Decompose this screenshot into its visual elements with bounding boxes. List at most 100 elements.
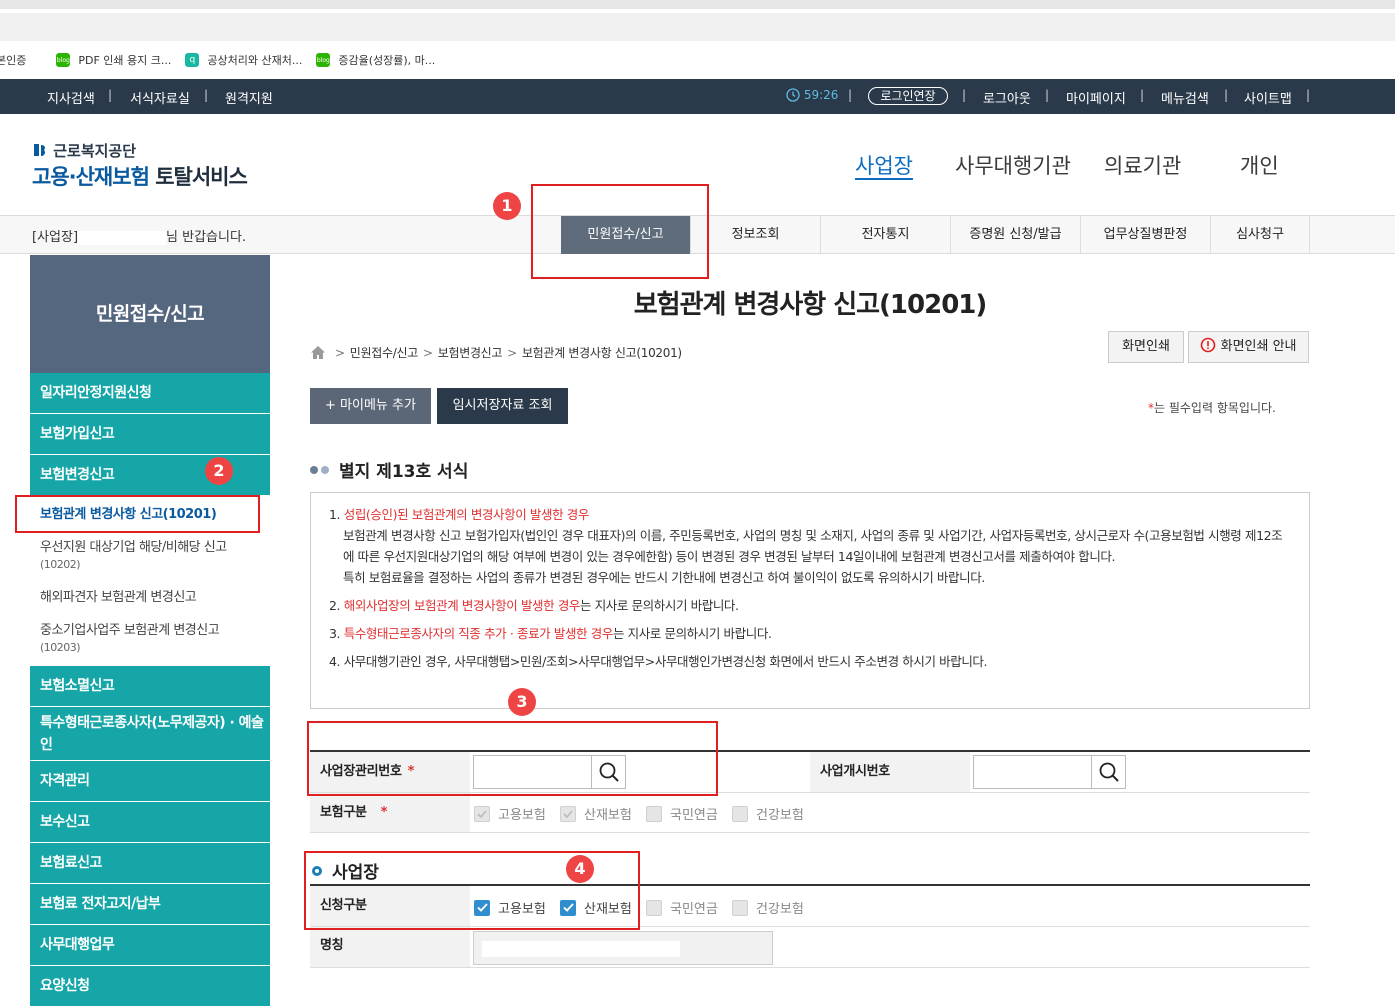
insurance-type-label: 보험구분 * bbox=[310, 793, 470, 832]
notice-item-1-body: 보험관계 변경사항 신고 보험가입자(법인인 경우 대표자)의 이름, 주민등록… bbox=[343, 528, 1283, 564]
highlight-box-3 bbox=[307, 721, 718, 796]
sidebar-item-wage-report[interactable]: 보수신고 bbox=[30, 802, 270, 843]
breadcrumb-item[interactable]: 보험변경신고 bbox=[438, 344, 503, 361]
sidebar-item-special-workers[interactable]: 특수형태근로종사자(노무제공자) · 예술인 bbox=[30, 707, 270, 761]
breadcrumb: > 민원접수/신고 > 보험변경신고 > 보험관계 변경사항 신고(10201) bbox=[310, 344, 682, 361]
topnav-personal[interactable]: 개인 bbox=[1240, 150, 1279, 180]
search-button[interactable] bbox=[1091, 756, 1125, 788]
topnav-agency[interactable]: 사무대행기관 bbox=[955, 150, 1071, 180]
divider: | bbox=[204, 88, 209, 102]
table-row-border bbox=[310, 967, 1310, 968]
checkbox-disabled bbox=[732, 899, 748, 916]
insurance-checkbox-pension: 국민연금 bbox=[646, 804, 718, 823]
divider: | bbox=[848, 88, 853, 102]
tab-e-notice[interactable]: 전자통지 bbox=[820, 216, 950, 254]
redacted-value bbox=[482, 941, 680, 957]
remote-support-link[interactable]: 원격지원 bbox=[225, 88, 273, 107]
sidebar-subitem-priority-support[interactable]: 우선지원 대상기업 해당/비해당 신고 (10202) bbox=[30, 531, 270, 581]
add-mymenu-button[interactable]: + 마이메뉴 추가 bbox=[310, 388, 431, 424]
divider: | bbox=[1224, 88, 1229, 102]
branch-search-link[interactable]: 지사검색 bbox=[47, 88, 95, 107]
insurance-checkbox-health: 건강보험 bbox=[732, 804, 804, 823]
sidebar-item-premium-report[interactable]: 보험료신고 bbox=[30, 843, 270, 884]
insurance-checkbox-accident: 산재보험 bbox=[560, 804, 632, 823]
sidebar-subitem-overseas[interactable]: 해외파견자 보험관계 변경신고 bbox=[30, 581, 270, 614]
breadcrumb-separator: > bbox=[507, 345, 517, 360]
bookmark-item[interactable]: blog 증감율(성장률), 마... bbox=[316, 52, 435, 68]
divider: | bbox=[1306, 88, 1311, 102]
notice-item-1: 1. 성립(승인)된 보험관계의 변경사항이 발생한 경우 bbox=[329, 507, 589, 522]
logo[interactable]: 근로복지공단 bbox=[32, 140, 136, 161]
sidebar-item-insurance-termination[interactable]: 보험소멸신고 bbox=[30, 666, 270, 707]
highlight-box-2 bbox=[15, 495, 260, 533]
sidebar-item-insurance-change[interactable]: 보험변경신고 bbox=[30, 455, 270, 496]
checkbox-disabled-checked bbox=[560, 805, 576, 822]
page-title: 보험관계 변경사항 신고(10201) bbox=[633, 290, 988, 320]
notice-item-4: 4. 사무대행기관인 경우, 사무대행탭>민원/조회>사무대행업무>사무대행인가… bbox=[329, 654, 988, 669]
notice-item-3: 3. 특수형태근로종사자의 직종 추가 · 종료가 발생한 경우는 지사로 문의… bbox=[329, 626, 772, 641]
forms-library-link[interactable]: 서식자료실 bbox=[130, 88, 190, 107]
bookmark-item[interactable]: 본인증 bbox=[0, 52, 26, 68]
apply-checkbox-health: 건강보험 bbox=[732, 898, 804, 917]
tab-certificate[interactable]: 증명원 신청/발급 bbox=[950, 216, 1080, 254]
apply-checkbox-pension: 국민연금 bbox=[646, 898, 718, 917]
breadcrumb-separator: > bbox=[335, 345, 345, 360]
annotation-badge-2: 2 bbox=[205, 457, 233, 485]
print-button[interactable]: 화면인쇄 bbox=[1108, 331, 1184, 363]
session-timer: 59:26 bbox=[786, 88, 838, 102]
timer-value: 59:26 bbox=[803, 88, 839, 102]
sidebar-subitem-sme-owner[interactable]: 중소기업사업주 보험관계 변경신고 (10203) bbox=[30, 614, 270, 666]
divider: | bbox=[1045, 88, 1050, 102]
sidebar-item-care-request[interactable]: 요양신청 bbox=[30, 966, 270, 1007]
bookmarks-bar: 본인증 blog PDF 인쇄 용지 크... q 공상처리와 산재처... blo… bbox=[0, 45, 1395, 75]
tab-disease-judgment[interactable]: 업무상질병판정 bbox=[1080, 216, 1210, 254]
checkbox-disabled-checked bbox=[474, 805, 490, 822]
required-note: *는 필수입력 항목입니다. bbox=[1148, 401, 1276, 415]
temp-save-lookup-button[interactable]: 임시저장자료 조회 bbox=[437, 388, 568, 424]
name-input[interactable] bbox=[473, 931, 773, 965]
kcomwel-logo-icon bbox=[34, 144, 45, 156]
menu-search-link[interactable]: 메뉴검색 bbox=[1161, 88, 1209, 107]
home-icon[interactable] bbox=[310, 345, 326, 360]
sidebar-title: 민원접수/신고 bbox=[30, 255, 270, 373]
utility-bar: 지사검색 | 서식자료실 | 원격지원 59:26 | 로그인연장 | 로그아웃… bbox=[0, 79, 1395, 114]
service-logo[interactable]: 고용·산재보험 토탈서비스 bbox=[32, 161, 248, 191]
sidebar-item-qualification[interactable]: 자격관리 bbox=[30, 761, 270, 802]
divider: | bbox=[108, 88, 113, 102]
bookmark-item[interactable]: blog PDF 인쇄 용지 크... bbox=[56, 52, 171, 68]
mypage-link[interactable]: 마이페이지 bbox=[1066, 88, 1126, 107]
insurance-checkbox-employment: 고용보험 bbox=[474, 804, 546, 823]
biz-open-no-label: 사업개시번호 bbox=[810, 752, 970, 792]
print-guide-button[interactable]: 화면인쇄 안내 bbox=[1188, 331, 1309, 363]
notice-box: 1. 성립(승인)된 보험관계의 변경사항이 발생한 경우 보험관계 변경사항 … bbox=[310, 492, 1310, 709]
sidebar-item-insurance-join[interactable]: 보험가입신고 bbox=[30, 414, 270, 455]
topnav-medical[interactable]: 의료기관 bbox=[1104, 150, 1181, 180]
checkbox-disabled bbox=[646, 805, 662, 822]
sidebar-item-agency-work[interactable]: 사무대행업무 bbox=[30, 925, 270, 966]
table-row-border bbox=[310, 832, 1310, 833]
search-icon bbox=[1099, 762, 1119, 782]
checkbox-disabled bbox=[646, 899, 662, 916]
sitemap-link[interactable]: 사이트맵 bbox=[1244, 88, 1292, 107]
biz-open-no-input[interactable] bbox=[973, 755, 1126, 789]
bookmark-item[interactable]: q 공상처리와 산재처... bbox=[185, 52, 302, 68]
annotation-badge-3: 3 bbox=[508, 688, 536, 716]
bullet-icon bbox=[321, 465, 329, 474]
highlight-box-1 bbox=[531, 184, 709, 279]
section-title: 별지 제13호 서식 bbox=[310, 457, 468, 482]
notice-item-1-body2: 특히 보험료율을 결정하는 사업의 종류가 변경된 경우에는 반드시 기한내에 … bbox=[343, 570, 985, 585]
annotation-badge-4: 4 bbox=[566, 855, 594, 883]
tab-review-request[interactable]: 심사청구 bbox=[1210, 216, 1310, 254]
login-extend-button[interactable]: 로그인연장 bbox=[868, 87, 948, 105]
breadcrumb-item[interactable]: 민원접수/신고 bbox=[350, 344, 418, 361]
sidebar-item-job-stability[interactable]: 일자리안정지원신청 bbox=[30, 373, 270, 414]
topnav-business[interactable]: 사업장 bbox=[855, 150, 913, 180]
logout-link[interactable]: 로그아웃 bbox=[983, 88, 1031, 107]
tab-info-lookup[interactable]: 정보조회 bbox=[690, 216, 820, 254]
q-icon: q bbox=[185, 53, 200, 67]
breadcrumb-item[interactable]: 보험관계 변경사항 신고(10201) bbox=[522, 344, 682, 361]
annotation-badge-1: 1 bbox=[493, 192, 521, 220]
sidebar: 민원접수/신고 일자리안정지원신청 보험가입신고 보험변경신고 보험관계 변경사… bbox=[30, 255, 270, 1007]
sidebar-item-e-billing[interactable]: 보험료 전자고지/납부 bbox=[30, 884, 270, 925]
alert-icon bbox=[1201, 337, 1216, 353]
